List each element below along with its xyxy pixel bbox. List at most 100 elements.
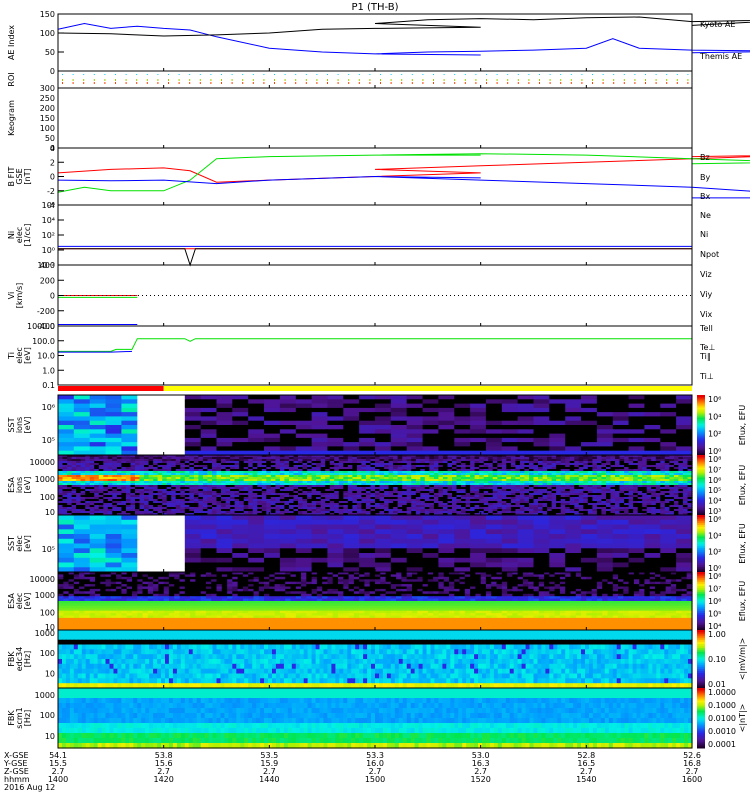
spectrogram-cell [279, 395, 297, 400]
spectrogram-cell [216, 425, 233, 430]
spectrogram-cell [168, 524, 186, 530]
spectrogram-cell [153, 446, 170, 452]
spectrogram-cell [406, 429, 424, 435]
spectrogram-cell [295, 403, 313, 409]
spectrogram-cell [549, 420, 566, 426]
spectrogram-cell [581, 515, 598, 521]
spectrogram-cell [470, 412, 487, 417]
spectrogram-cell [375, 425, 392, 430]
spectrogram-cell [581, 433, 598, 439]
spectrogram-cell [676, 529, 693, 535]
spectrogram-cell [359, 515, 376, 521]
spectrogram-cell [628, 407, 645, 413]
spectrogram-cell [422, 395, 439, 400]
spectrogram-cell [517, 437, 534, 443]
spectrogram-cell [279, 412, 297, 417]
spectrogram-cell [581, 442, 598, 447]
spectrogram-cell [121, 446, 138, 452]
spectrogram-cell [390, 529, 408, 535]
spectrogram-cell [660, 524, 677, 530]
spectrogram-cell [565, 433, 582, 439]
spectrogram-cell [375, 534, 392, 540]
spectrogram-cell [422, 529, 439, 535]
spectrogram-cell [533, 433, 550, 439]
spectrogram-cell [153, 416, 170, 422]
spectrogram-cell [121, 524, 138, 530]
spectrogram-cell [438, 399, 455, 405]
spectrogram-cell [390, 429, 408, 435]
spectrogram-cell [549, 519, 566, 526]
spectrogram-cell [485, 446, 503, 452]
spectrogram-cell [311, 538, 328, 545]
spectrogram-cell [264, 538, 281, 545]
spectrogram-cell [612, 534, 630, 540]
spectrogram-cell [153, 442, 170, 447]
spectrogram-cell [390, 446, 408, 452]
spectrogram-cell [343, 519, 360, 526]
spectrogram-cell [343, 538, 360, 545]
spectrogram-cell [343, 437, 360, 443]
spectrogram-cell [565, 420, 582, 426]
spectrogram-cell [279, 403, 297, 409]
spectrogram-cell [264, 519, 281, 526]
spectrogram-cell [295, 529, 313, 535]
spectrogram-cell [279, 437, 297, 443]
spectrogram-cell [121, 403, 138, 409]
spectrogram-cell [232, 407, 249, 413]
spectrogram-esa_ion [58, 455, 693, 516]
spectrogram-cell [248, 399, 265, 405]
spectrogram-cell [438, 529, 455, 535]
spectrogram-cell [200, 403, 218, 409]
spectrogram-cell [485, 437, 503, 443]
spectrogram-cell [438, 534, 455, 540]
spectrogram-cell [596, 425, 614, 430]
spectrogram-cell [343, 446, 360, 452]
spectrogram-cell [533, 429, 550, 435]
spectrogram-cell [327, 534, 344, 540]
spectrogram-cell [581, 446, 598, 452]
spectrogram-cell [58, 429, 75, 435]
spectrogram-cell [612, 433, 630, 439]
spectrogram-cell [406, 437, 424, 443]
spectrogram-cell [343, 403, 360, 409]
spectrogram-cell [359, 538, 376, 545]
spectrogram-cell [200, 420, 218, 426]
spectrogram-cell [184, 519, 202, 526]
spectrogram-cell [438, 433, 455, 439]
spectrogram-cell [375, 395, 392, 400]
spectrogram-cell [628, 433, 645, 439]
spectrogram-cell [438, 429, 455, 435]
spectrogram-cell [200, 399, 218, 405]
spectrogram-cell [438, 425, 455, 430]
spectrogram-cell [264, 403, 281, 409]
spectrogram-cell [676, 412, 693, 417]
spectrogram-cell [327, 519, 344, 526]
spectrogram-cell [454, 403, 471, 409]
spectrogram-cell [184, 425, 202, 430]
spectrogram-cell [359, 534, 376, 540]
spectrogram-cell [105, 538, 122, 545]
spectrogram-cell [470, 429, 487, 435]
spectrogram-cell [73, 534, 91, 540]
spectrogram-cell [343, 429, 360, 435]
spectrogram-cell [612, 442, 630, 447]
spectrogram-cell [89, 519, 107, 526]
spectrogram-cell [676, 446, 693, 452]
spectrogram-cell [565, 403, 582, 409]
spectrogram-cell [105, 529, 122, 535]
spectrogram-cell [628, 437, 645, 443]
spectrogram-cell [644, 437, 661, 443]
spectrogram-cell [485, 433, 503, 439]
spectrogram-cell [390, 425, 408, 430]
spectrogram-cell [184, 395, 202, 400]
spectrogram-cell [89, 399, 107, 405]
spectrogram-cell [406, 519, 424, 526]
spectrogram-cell [470, 534, 487, 540]
spectrogram-cell [216, 529, 233, 535]
spectrogram-cell [581, 403, 598, 409]
spectrogram-cell [454, 433, 471, 439]
spectrogram-cell [438, 407, 455, 413]
spectrogram-cell [168, 538, 186, 545]
spectrogram-cell [596, 403, 614, 409]
spectrogram-cell [295, 515, 313, 521]
